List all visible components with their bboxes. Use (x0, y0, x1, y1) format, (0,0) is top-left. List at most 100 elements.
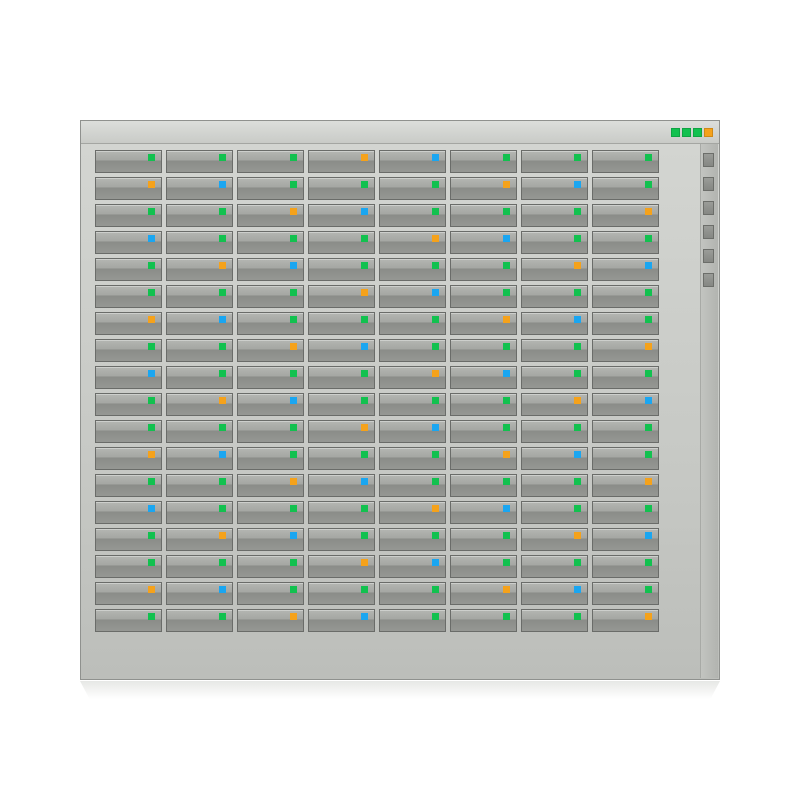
drive-bay[interactable] (166, 285, 233, 308)
drive-bay[interactable] (166, 501, 233, 524)
drive-bay[interactable] (308, 177, 375, 200)
drive-bay[interactable] (237, 339, 304, 362)
drive-bay[interactable] (450, 312, 517, 335)
drive-bay[interactable] (521, 393, 588, 416)
drive-bay[interactable] (95, 231, 162, 254)
drive-bay[interactable] (308, 474, 375, 497)
drive-bay[interactable] (379, 393, 446, 416)
drive-bay[interactable] (521, 204, 588, 227)
drive-bay[interactable] (592, 474, 659, 497)
drive-bay[interactable] (592, 366, 659, 389)
drive-bay[interactable] (308, 231, 375, 254)
drive-bay[interactable] (592, 393, 659, 416)
drive-bay[interactable] (95, 609, 162, 632)
drive-bay[interactable] (592, 177, 659, 200)
drive-bay[interactable] (308, 501, 375, 524)
drive-bay[interactable] (308, 285, 375, 308)
drive-bay[interactable] (166, 231, 233, 254)
drive-bay[interactable] (379, 528, 446, 551)
drive-bay[interactable] (308, 258, 375, 281)
drive-bay[interactable] (166, 447, 233, 470)
drive-bay[interactable] (592, 555, 659, 578)
drive-bay[interactable] (379, 204, 446, 227)
drive-bay[interactable] (237, 177, 304, 200)
drive-bay[interactable] (521, 366, 588, 389)
drive-bay[interactable] (95, 528, 162, 551)
drive-bay[interactable] (450, 501, 517, 524)
drive-bay[interactable] (379, 231, 446, 254)
drive-bay[interactable] (237, 528, 304, 551)
drive-bay[interactable] (237, 231, 304, 254)
drive-bay[interactable] (379, 447, 446, 470)
rail-port[interactable] (703, 177, 714, 191)
drive-bay[interactable] (450, 339, 517, 362)
rail-port[interactable] (703, 273, 714, 287)
drive-bay[interactable] (237, 258, 304, 281)
drive-bay[interactable] (521, 609, 588, 632)
drive-bay[interactable] (95, 285, 162, 308)
drive-bay[interactable] (95, 177, 162, 200)
drive-bay[interactable] (450, 420, 517, 443)
drive-bay[interactable] (308, 204, 375, 227)
drive-bay[interactable] (521, 231, 588, 254)
drive-bay[interactable] (450, 474, 517, 497)
drive-bay[interactable] (308, 528, 375, 551)
drive-bay[interactable] (521, 339, 588, 362)
drive-bay[interactable] (237, 150, 304, 173)
drive-bay[interactable] (521, 258, 588, 281)
drive-bay[interactable] (592, 150, 659, 173)
drive-bay[interactable] (450, 177, 517, 200)
drive-bay[interactable] (237, 555, 304, 578)
drive-bay[interactable] (521, 312, 588, 335)
drive-bay[interactable] (166, 339, 233, 362)
drive-bay[interactable] (521, 420, 588, 443)
drive-bay[interactable] (95, 150, 162, 173)
drive-bay[interactable] (95, 447, 162, 470)
drive-bay[interactable] (379, 150, 446, 173)
drive-bay[interactable] (592, 501, 659, 524)
drive-bay[interactable] (237, 447, 304, 470)
drive-bay[interactable] (450, 555, 517, 578)
drive-bay[interactable] (521, 501, 588, 524)
drive-bay[interactable] (166, 420, 233, 443)
drive-bay[interactable] (592, 420, 659, 443)
drive-bay[interactable] (237, 366, 304, 389)
drive-bay[interactable] (450, 528, 517, 551)
drive-bay[interactable] (592, 447, 659, 470)
drive-bay[interactable] (450, 231, 517, 254)
drive-bay[interactable] (237, 204, 304, 227)
drive-bay[interactable] (166, 582, 233, 605)
drive-bay[interactable] (237, 285, 304, 308)
rail-port[interactable] (703, 225, 714, 239)
drive-bay[interactable] (521, 150, 588, 173)
drive-bay[interactable] (95, 474, 162, 497)
drive-bay[interactable] (95, 420, 162, 443)
drive-bay[interactable] (95, 312, 162, 335)
drive-bay[interactable] (592, 231, 659, 254)
drive-bay[interactable] (450, 582, 517, 605)
drive-bay[interactable] (166, 393, 233, 416)
drive-bay[interactable] (95, 366, 162, 389)
drive-bay[interactable] (166, 312, 233, 335)
drive-bay[interactable] (450, 447, 517, 470)
drive-bay[interactable] (166, 150, 233, 173)
drive-bay[interactable] (450, 366, 517, 389)
drive-bay[interactable] (521, 474, 588, 497)
drive-bay[interactable] (592, 528, 659, 551)
drive-bay[interactable] (166, 258, 233, 281)
drive-bay[interactable] (379, 501, 446, 524)
drive-bay[interactable] (95, 501, 162, 524)
drive-bay[interactable] (450, 285, 517, 308)
drive-bay[interactable] (592, 258, 659, 281)
drive-bay[interactable] (95, 258, 162, 281)
drive-bay[interactable] (450, 258, 517, 281)
drive-bay[interactable] (450, 204, 517, 227)
drive-bay[interactable] (237, 582, 304, 605)
drive-bay[interactable] (521, 285, 588, 308)
drive-bay[interactable] (592, 312, 659, 335)
drive-bay[interactable] (166, 474, 233, 497)
drive-bay[interactable] (308, 393, 375, 416)
drive-bay[interactable] (379, 474, 446, 497)
drive-bay[interactable] (95, 555, 162, 578)
rail-port[interactable] (703, 249, 714, 263)
